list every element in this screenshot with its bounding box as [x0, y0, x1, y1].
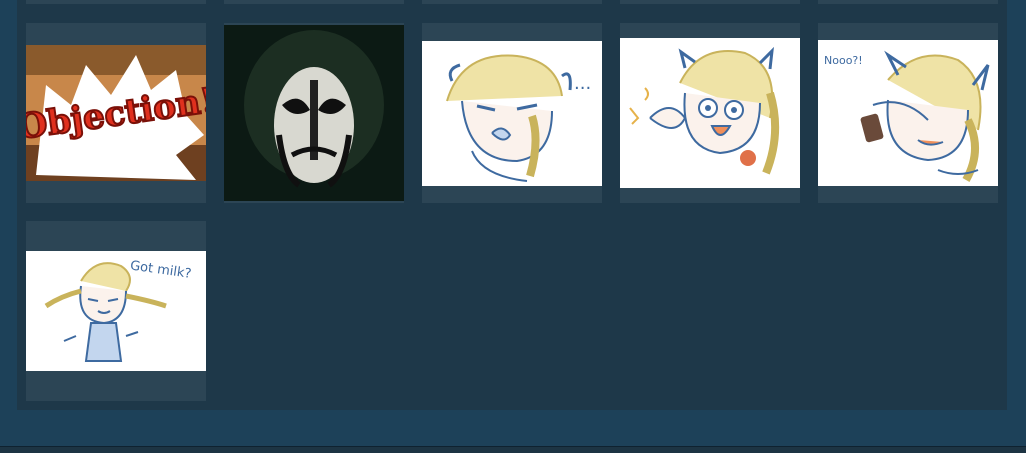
girl-shocked-sticker-image: [620, 38, 800, 188]
sticker-gallery-panel: Objection! ... Nooo?! Got milk?: [17, 0, 1007, 410]
sticker-tile-got-milk[interactable]: Got milk?: [26, 221, 206, 401]
objection-sticker-image: Objection!: [26, 45, 206, 181]
previous-row-tile[interactable]: [224, 0, 404, 4]
sticker-tile-girl-phone[interactable]: Nooo?!: [818, 23, 998, 203]
masked-face-sticker-image: [224, 25, 404, 201]
previous-row-tile[interactable]: [422, 0, 602, 4]
nooo-text: Nooo?!: [824, 54, 863, 67]
got-milk-sticker-image: Got milk?: [26, 251, 206, 371]
ellipsis-text: ...: [574, 73, 591, 94]
sticker-tile-masked-face[interactable]: [224, 23, 404, 203]
girl-pout-sticker-image: ...: [422, 41, 602, 186]
previous-row-tile[interactable]: [26, 0, 206, 4]
girl-phone-sticker-image: Nooo?!: [818, 40, 998, 186]
sticker-tile-girl-pout[interactable]: ...: [422, 23, 602, 203]
sticker-tile-girl-shocked[interactable]: [620, 23, 800, 203]
previous-row-tile[interactable]: [620, 0, 800, 4]
previous-row-tile[interactable]: [818, 0, 998, 4]
sticker-tile-objection[interactable]: Objection!: [26, 23, 206, 203]
